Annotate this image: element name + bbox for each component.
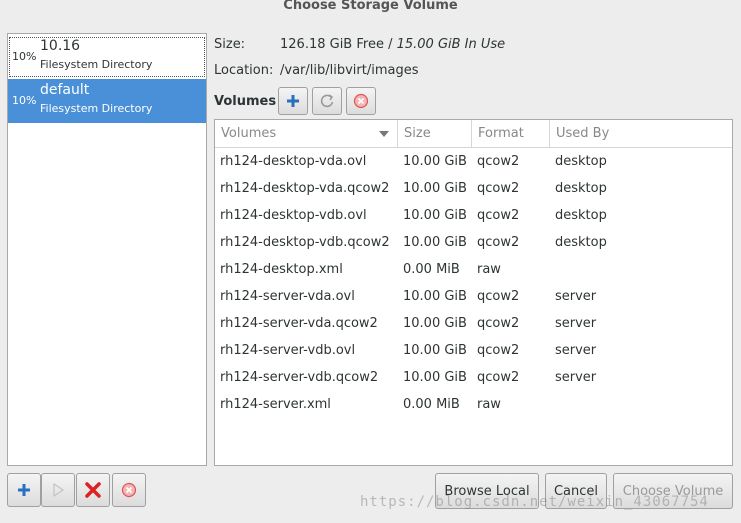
pool-item-default[interactable]: 10% default Filesystem Directory bbox=[8, 79, 206, 123]
volume-name: rh124-server.xml bbox=[220, 397, 331, 412]
volume-name: rh124-desktop-vda.qcow2 bbox=[220, 181, 390, 196]
volume-name: rh124-desktop.xml bbox=[220, 262, 343, 277]
volume-size: 10.00 GiB bbox=[403, 235, 467, 250]
table-row[interactable]: rh124-desktop-vda.ovl 10.00 GiB qcow2 deskt… bbox=[215, 148, 732, 175]
pool-usage-percent: 10% bbox=[12, 94, 37, 107]
size-value: 126.18 GiB Free / 15.00 GiB In Use bbox=[280, 37, 505, 52]
add-pool-button[interactable] bbox=[7, 473, 41, 507]
pool-item-10-16[interactable]: 10% 10.16 Filesystem Directory bbox=[8, 35, 206, 79]
volume-name: rh124-desktop-vda.ovl bbox=[220, 154, 367, 169]
pool-type: Filesystem Directory bbox=[40, 58, 153, 71]
volumes-title: Volumes bbox=[214, 94, 277, 109]
volume-size: 10.00 GiB bbox=[403, 343, 467, 358]
pool-usage-percent: 10% bbox=[12, 50, 37, 63]
volume-format: qcow2 bbox=[477, 154, 520, 169]
column-header-used-by[interactable]: Used By bbox=[550, 120, 732, 147]
column-label: Volumes bbox=[221, 126, 277, 141]
volume-size: 10.00 GiB bbox=[403, 289, 467, 304]
table-row[interactable]: rh124-desktop.xml 0.00 MiB raw bbox=[215, 256, 732, 283]
volume-format: qcow2 bbox=[477, 208, 520, 223]
volume-used-by: server bbox=[555, 343, 597, 358]
column-header-format[interactable]: Format bbox=[472, 120, 550, 147]
volume-format: qcow2 bbox=[477, 235, 520, 250]
volume-size: 10.00 GiB bbox=[403, 154, 467, 169]
table-row[interactable]: rh124-desktop-vda.qcow2 10.00 GiB qcow2 des… bbox=[215, 175, 732, 202]
volume-name: rh124-server-vda.ovl bbox=[220, 289, 355, 304]
table-row[interactable]: rh124-desktop-vdb.qcow2 10.00 GiB qcow2 des… bbox=[215, 229, 732, 256]
pool-name: 10.16 bbox=[40, 38, 81, 54]
volume-size: 10.00 GiB bbox=[403, 208, 467, 223]
refresh-volumes-button[interactable] bbox=[312, 87, 342, 115]
plus-icon bbox=[18, 484, 30, 496]
volume-size: 0.00 MiB bbox=[403, 397, 460, 412]
watermark: https://blog.csdn.net/weixin_43067754 bbox=[360, 494, 709, 510]
window-title: Choose Storage Volume bbox=[283, 0, 458, 13]
volume-name: rh124-server-vdb.ovl bbox=[220, 343, 356, 358]
stop-pool-button[interactable] bbox=[112, 473, 146, 507]
table-row[interactable]: rh124-server-vdb.ovl 10.00 GiB qcow2 server bbox=[215, 337, 732, 364]
stop-icon bbox=[353, 93, 369, 109]
volume-name: rh124-desktop-vdb.qcow2 bbox=[220, 235, 390, 250]
start-pool-button[interactable] bbox=[41, 473, 75, 507]
column-header-volumes[interactable]: Volumes bbox=[215, 120, 398, 147]
volume-used-by: server bbox=[555, 316, 597, 331]
volume-used-by: server bbox=[555, 289, 597, 304]
volume-name: rh124-desktop-vdb.ovl bbox=[220, 208, 367, 223]
plus-icon bbox=[287, 95, 299, 107]
table-row[interactable]: rh124-server-vdb.qcow2 10.00 GiB qcow2 serv… bbox=[215, 364, 732, 391]
volume-format: raw bbox=[477, 397, 501, 412]
size-free: 126.18 GiB Free / bbox=[280, 37, 397, 52]
stop-icon bbox=[121, 482, 137, 498]
volume-used-by: desktop bbox=[555, 154, 607, 169]
column-header-size[interactable]: Size bbox=[398, 120, 472, 147]
volumes-table[interactable]: Volumes Size Format Used By rh124-deskto… bbox=[214, 119, 733, 466]
volume-format: qcow2 bbox=[477, 289, 520, 304]
play-icon bbox=[53, 483, 64, 497]
table-row[interactable]: rh124-desktop-vdb.ovl 10.00 GiB qcow2 deskt… bbox=[215, 202, 732, 229]
table-row[interactable]: rh124-server-vda.qcow2 10.00 GiB qcow2 serv… bbox=[215, 310, 732, 337]
volume-size: 0.00 MiB bbox=[403, 262, 460, 277]
delete-x-icon bbox=[85, 482, 101, 498]
size-in-use: 15.00 GiB In Use bbox=[396, 37, 506, 52]
storage-pool-list[interactable]: 10% 10.16 Filesystem Directory 10% defau… bbox=[7, 33, 207, 466]
pool-type: Filesystem Directory bbox=[40, 102, 153, 115]
location-label: Location: bbox=[214, 63, 274, 78]
focus-outline bbox=[9, 37, 205, 77]
table-header: Volumes Size Format Used By bbox=[215, 120, 732, 148]
volume-format: raw bbox=[477, 262, 501, 277]
sort-descending-icon bbox=[379, 131, 389, 137]
delete-pool-button[interactable] bbox=[76, 473, 110, 507]
volume-used-by: server bbox=[555, 370, 597, 385]
volume-format: qcow2 bbox=[477, 343, 520, 358]
volume-used-by: desktop bbox=[555, 235, 607, 250]
table-row[interactable]: rh124-server.xml 0.00 MiB raw bbox=[215, 391, 732, 418]
volume-size: 10.00 GiB bbox=[403, 316, 467, 331]
location-value: /var/lib/libvirt/images bbox=[280, 63, 419, 78]
delete-volume-button[interactable] bbox=[346, 87, 376, 115]
volume-name: rh124-server-vdb.qcow2 bbox=[220, 370, 379, 385]
pool-name: default bbox=[40, 82, 90, 98]
size-label: Size: bbox=[214, 37, 246, 52]
volume-size: 10.00 GiB bbox=[403, 181, 467, 196]
refresh-icon bbox=[320, 94, 334, 108]
volume-name: rh124-server-vda.qcow2 bbox=[220, 316, 378, 331]
volume-format: qcow2 bbox=[477, 370, 520, 385]
volume-used-by: desktop bbox=[555, 181, 607, 196]
volume-format: qcow2 bbox=[477, 316, 520, 331]
table-row[interactable]: rh124-server-vda.ovl 10.00 GiB qcow2 server bbox=[215, 283, 732, 310]
volume-size: 10.00 GiB bbox=[403, 370, 467, 385]
volume-format: qcow2 bbox=[477, 181, 520, 196]
add-volume-button[interactable] bbox=[278, 87, 308, 115]
volume-used-by: desktop bbox=[555, 208, 607, 223]
